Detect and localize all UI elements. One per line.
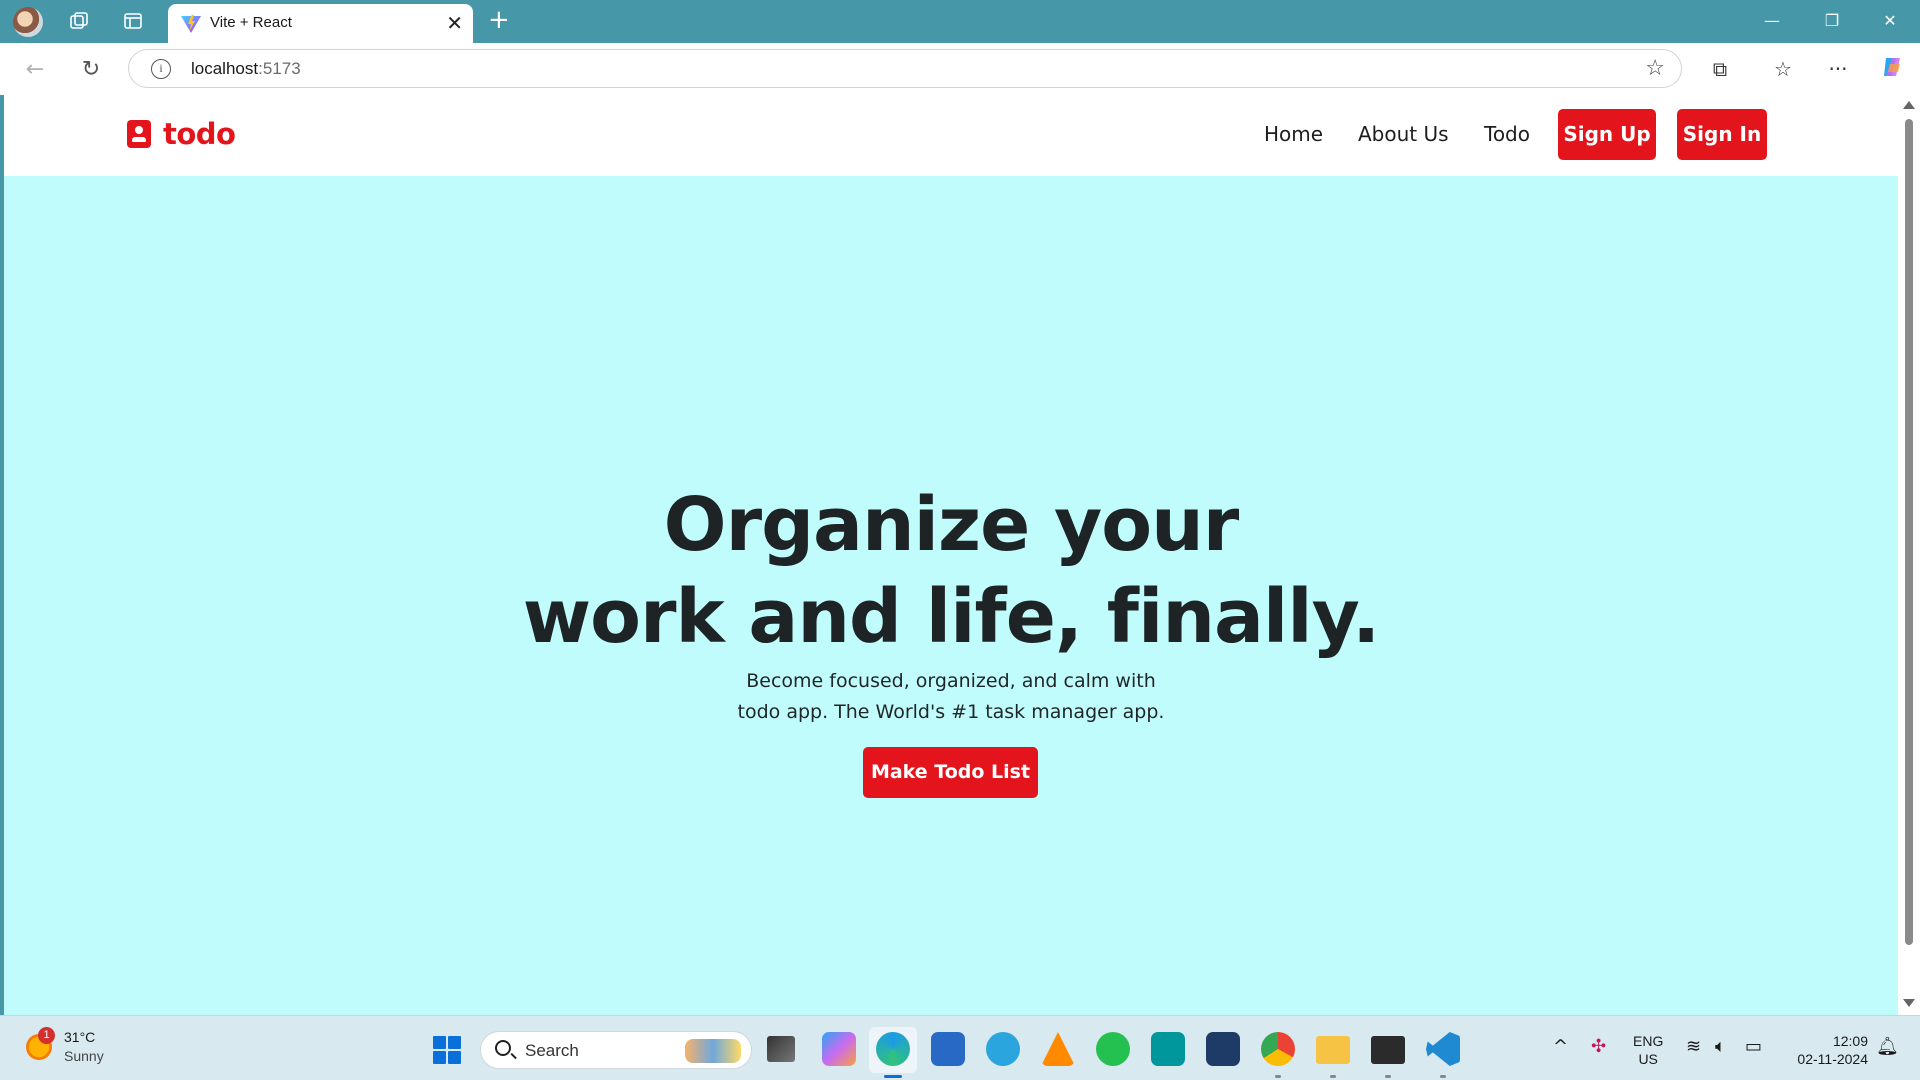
weather-temperature: 31°C [64, 1029, 96, 1045]
url-text: localhost:5173 [191, 59, 301, 78]
search-highlight-icon [685, 1039, 741, 1063]
show-hidden-icons-chevron-icon[interactable]: ^ [1553, 1036, 1568, 1058]
nav-home-link[interactable]: Home [1264, 122, 1323, 146]
brand-logo[interactable]: todo [127, 117, 236, 151]
scroll-down-arrow-icon[interactable] [1903, 999, 1915, 1007]
hero-subtitle: Become focused, organized, and calm with… [737, 670, 1165, 723]
notification-badge: 1 [38, 1027, 55, 1044]
edge-browser-icon[interactable] [876, 1032, 910, 1066]
vertical-tabs-icon[interactable] [118, 8, 148, 34]
todo-logo-icon [127, 120, 151, 148]
notification-bell-icon[interactable]: 🔔︎ [1876, 1036, 1899, 1058]
whatsapp-icon[interactable] [1096, 1032, 1130, 1066]
make-todo-list-button[interactable]: Make Todo List [863, 747, 1038, 798]
tab-close-icon[interactable]: ✕ [446, 12, 463, 34]
minimize-button[interactable]: — [1752, 8, 1792, 34]
site-navbar: todo Home About Us Todo Sign Up Sign In [4, 95, 1898, 176]
refresh-icon[interactable]: ↻ [76, 55, 106, 85]
task-view-icon[interactable] [767, 1036, 795, 1062]
page-scrollbar[interactable] [1898, 95, 1920, 1015]
favorite-star-icon[interactable]: ☆ [1645, 56, 1665, 81]
terminal-icon[interactable] [1371, 1036, 1405, 1064]
vscode-running-indicator [1440, 1075, 1446, 1078]
site-info-icon[interactable]: i [151, 59, 171, 79]
brand-name: todo [163, 117, 236, 151]
copilot-taskbar-icon[interactable] [822, 1032, 856, 1066]
windows-taskbar: 1 31°C Sunny Search ^ ✣ ENG US ≋ 🔈︎ ▭ 12… [0, 1015, 1920, 1080]
weather-condition: Sunny [64, 1048, 104, 1064]
file-explorer-icon[interactable] [1316, 1036, 1350, 1064]
search-icon [495, 1040, 511, 1056]
edge-running-indicator [884, 1075, 902, 1078]
vite-logo-icon [181, 15, 201, 33]
battery-icon[interactable]: ▭ [1745, 1036, 1762, 1058]
nav-about-link[interactable]: About Us [1358, 122, 1449, 146]
weather-widget[interactable]: 1 31°C Sunny [26, 1027, 104, 1066]
hero-section: Organize your work and life, finally. Be… [4, 176, 1898, 1015]
sign-in-button[interactable]: Sign In [1677, 109, 1767, 160]
scroll-up-arrow-icon[interactable] [1903, 101, 1915, 109]
close-window-button[interactable]: ✕ [1870, 8, 1910, 34]
chrome-running-indicator [1275, 1075, 1281, 1078]
scrollbar-thumb[interactable] [1905, 119, 1913, 945]
restore-button[interactable]: ❐ [1812, 8, 1852, 34]
hero-title: Organize your work and life, finally. [522, 482, 1380, 660]
address-bar[interactable]: i localhost:5173 ☆ [128, 49, 1682, 88]
microsoft-store-icon[interactable] [931, 1032, 965, 1066]
chrome-icon[interactable] [1261, 1032, 1295, 1066]
language-indicator[interactable]: ENG US [1633, 1032, 1663, 1068]
taskbar-search-box[interactable]: Search [480, 1031, 752, 1069]
volume-icon[interactable]: 🔈︎ [1715, 1036, 1726, 1058]
profile-avatar[interactable] [13, 7, 43, 37]
nav-todo-link[interactable]: Todo [1484, 122, 1530, 146]
clock-time: 12:09 [1832, 1033, 1868, 1049]
favorites-icon[interactable]: ☆ [1768, 54, 1798, 84]
terminal-running-indicator [1385, 1075, 1391, 1078]
vlc-icon[interactable] [1041, 1032, 1075, 1066]
vscode-icon[interactable] [1426, 1032, 1460, 1066]
copilot-icon[interactable] [1878, 54, 1908, 84]
search-label: Search [525, 1041, 579, 1060]
workspaces-icon[interactable] [64, 8, 94, 34]
wifi-icon[interactable]: ≋ [1686, 1036, 1701, 1058]
clock[interactable]: 12:09 02-11-2024 [1786, 1032, 1868, 1068]
mysql-workbench-icon[interactable] [1206, 1032, 1240, 1066]
tab-title: Vite + React [210, 14, 292, 31]
tab-vite-react[interactable]: Vite + React ✕ [168, 4, 473, 43]
tray-app-icon[interactable]: ✣ [1591, 1036, 1606, 1058]
start-button-icon[interactable] [433, 1036, 461, 1064]
extensions-icon[interactable]: ⧉ [1705, 54, 1735, 84]
sun-icon: 1 [26, 1027, 55, 1060]
telegram-icon[interactable] [986, 1032, 1020, 1066]
arduino-icon[interactable] [1151, 1032, 1185, 1066]
sign-up-button[interactable]: Sign Up [1558, 109, 1656, 160]
page-viewport: todo Home About Us Todo Sign Up Sign In … [4, 95, 1898, 1015]
clock-date: 02-11-2024 [1797, 1051, 1868, 1067]
new-tab-button[interactable]: + [488, 6, 510, 34]
browser-toolbar: ← ↻ i localhost:5173 ☆ ⧉ ☆ ··· [0, 43, 1920, 95]
back-arrow-icon[interactable]: ← [20, 55, 50, 85]
explorer-running-indicator [1330, 1075, 1336, 1078]
browser-title-bar: Vite + React ✕ + — ❐ ✕ [0, 0, 1920, 43]
more-menu-icon[interactable]: ··· [1823, 54, 1853, 84]
